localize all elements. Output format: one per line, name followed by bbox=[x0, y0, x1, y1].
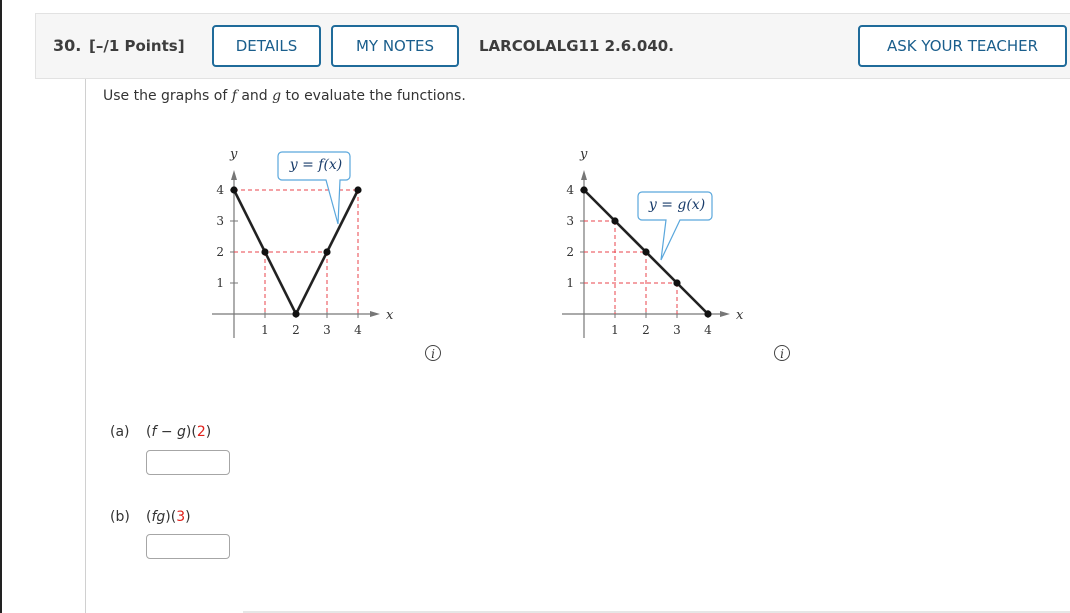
instructions-text: to evaluate the functions. bbox=[281, 88, 466, 104]
data-point bbox=[323, 248, 331, 256]
data-point bbox=[292, 310, 300, 318]
expr-paren: ) bbox=[185, 509, 191, 525]
expr-argument: 2 bbox=[196, 424, 206, 440]
x-tick-label: 1 bbox=[261, 323, 269, 337]
instructions-text: Use the graphs of bbox=[103, 88, 232, 104]
function-label: y = f(x) bbox=[289, 157, 343, 173]
instructions: Use the graphs of f and g to evaluate th… bbox=[103, 88, 466, 104]
expr-function: f − g bbox=[151, 424, 186, 440]
graph-f: x y 1 2 3 4 1 2 3 4 y = f(x) bbox=[212, 147, 394, 338]
x-tick-label: 3 bbox=[323, 323, 331, 337]
content-divider bbox=[85, 79, 86, 613]
expr-paren: ) bbox=[205, 424, 212, 440]
question-number: 30. bbox=[53, 36, 82, 55]
graph-g: x y 1 2 3 4 1 2 3 4 y = g(x) bbox=[562, 147, 744, 338]
expr-argument: 3 bbox=[176, 509, 186, 525]
data-point bbox=[354, 186, 362, 194]
instructions-text: and bbox=[236, 88, 273, 104]
data-point bbox=[642, 248, 650, 256]
y-axis-label: y bbox=[579, 147, 588, 162]
x-tick-label: 4 bbox=[354, 323, 362, 337]
y-tick-label: 2 bbox=[216, 245, 224, 259]
x-axis-arrow bbox=[720, 311, 730, 317]
part-b-label: (b) bbox=[110, 509, 130, 525]
part-b-expression: (fg)(3) bbox=[146, 509, 191, 525]
problem-id: LARCOLALG11 2.6.040. bbox=[479, 37, 674, 55]
x-tick-label: 4 bbox=[704, 323, 712, 337]
points-label: [–/1 Points] bbox=[89, 37, 185, 55]
y-tick-label: 3 bbox=[566, 214, 574, 228]
instructions-g: g bbox=[272, 88, 282, 104]
info-icon[interactable]: i bbox=[425, 345, 441, 361]
function-line bbox=[232, 189, 360, 317]
y-tick-label: 1 bbox=[566, 276, 574, 290]
part-a-answer-input[interactable] bbox=[146, 450, 230, 475]
details-button[interactable]: DETAILS bbox=[212, 25, 321, 67]
data-point bbox=[230, 186, 238, 194]
y-axis-arrow bbox=[581, 170, 587, 180]
x-tick-label: 3 bbox=[673, 323, 681, 337]
y-tick-label: 4 bbox=[216, 183, 224, 197]
data-point bbox=[673, 279, 681, 287]
x-tick-label: 1 bbox=[611, 323, 619, 337]
data-point bbox=[580, 186, 588, 194]
y-tick-label: 1 bbox=[216, 276, 224, 290]
part-a-expression: (f − g)(2) bbox=[146, 424, 211, 440]
data-point bbox=[704, 310, 712, 318]
x-axis-label: x bbox=[386, 308, 394, 323]
y-tick-label: 4 bbox=[566, 183, 574, 197]
data-point bbox=[611, 217, 619, 225]
my-notes-button[interactable]: MY NOTES bbox=[331, 25, 459, 67]
y-axis-arrow bbox=[231, 170, 237, 180]
data-point bbox=[261, 248, 269, 256]
y-axis-label: y bbox=[229, 147, 238, 162]
part-b-answer-input[interactable] bbox=[146, 534, 230, 559]
info-icon[interactable]: i bbox=[774, 345, 790, 361]
expr-paren: )( bbox=[165, 509, 177, 525]
window-edge bbox=[0, 0, 2, 613]
x-tick-label: 2 bbox=[642, 323, 650, 337]
x-tick-label: 2 bbox=[292, 323, 300, 337]
expr-paren: )( bbox=[185, 424, 197, 440]
x-axis-arrow bbox=[370, 311, 380, 317]
expr-function: fg bbox=[151, 509, 166, 525]
function-label: y = g(x) bbox=[648, 197, 705, 213]
part-a-label: (a) bbox=[110, 424, 130, 440]
x-axis-label: x bbox=[736, 308, 744, 323]
y-tick-label: 2 bbox=[566, 245, 574, 259]
y-tick-label: 3 bbox=[216, 214, 224, 228]
ask-teacher-button[interactable]: ASK YOUR TEACHER bbox=[858, 25, 1067, 67]
